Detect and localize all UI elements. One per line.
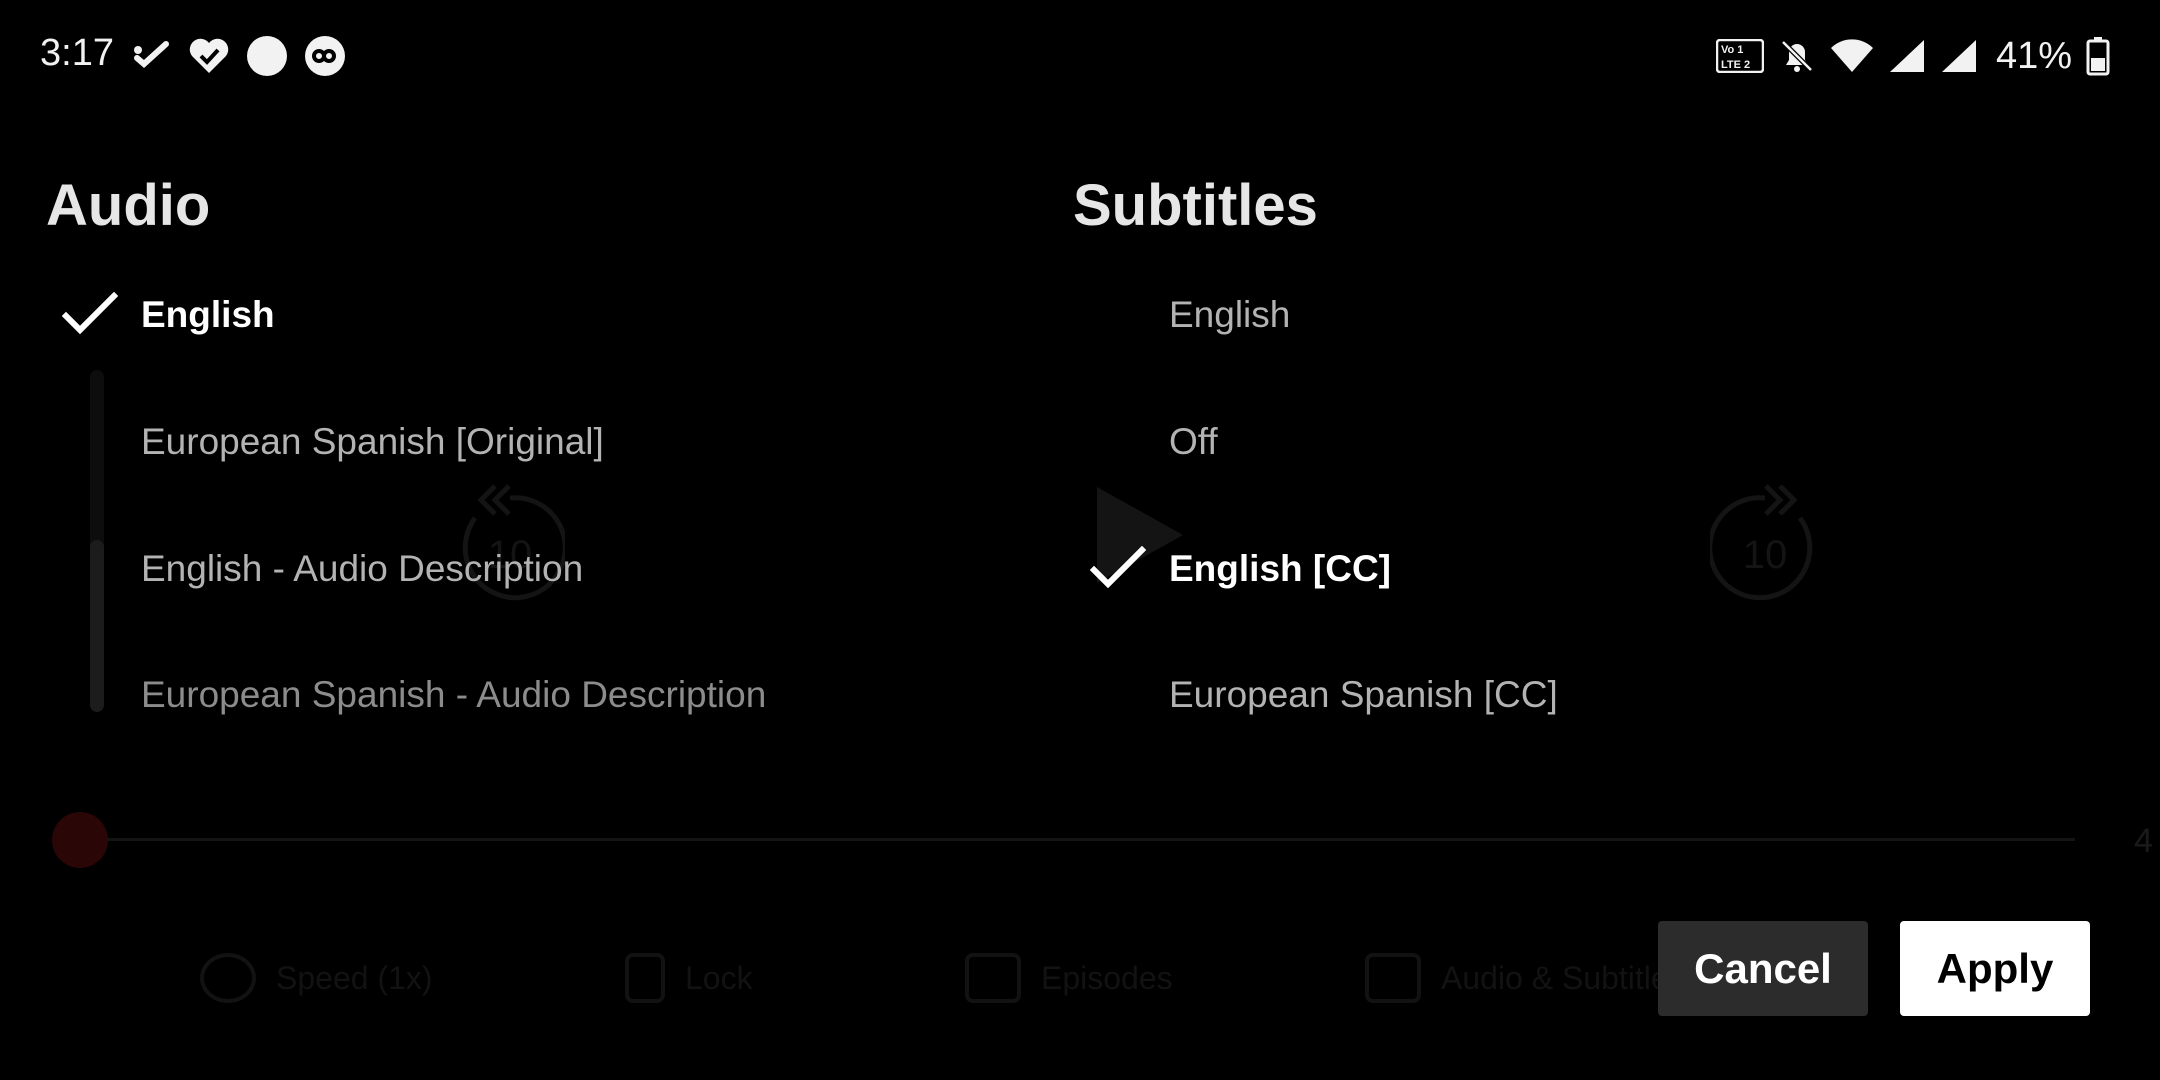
battery-percent: 41% — [1995, 34, 2072, 77]
audio-option-english-audio-description[interactable]: English - Audio Description — [0, 524, 1000, 614]
progress-knob — [52, 812, 108, 868]
subtitle-option-european-spanish-cc[interactable]: European Spanish [CC] — [1030, 650, 2030, 740]
subtitle-option-label: Off — [1169, 421, 1218, 462]
speedometer-icon — [200, 953, 256, 1003]
audio-option-european-spanish-original[interactable]: European Spanish [Original] — [0, 397, 1000, 487]
audio-subtitles-label: Audio & Subtitles — [1441, 959, 1685, 996]
subtitle-option-label: English — [1169, 294, 1291, 335]
status-bar: 3:17 Vo 1 LTE 2 41% — [0, 0, 2160, 110]
check-tick-icon — [132, 36, 172, 76]
checkmark-icon — [1089, 545, 1147, 599]
audio-option-label: English - Audio Description — [141, 548, 584, 589]
status-time: 3:17 — [40, 32, 114, 74]
battery-icon — [2086, 36, 2110, 76]
speed-control: Speed (1x) — [200, 950, 433, 1006]
system-icons: Vo 1 LTE 2 41% — [1715, 34, 2110, 78]
progress-track — [80, 838, 2075, 841]
audio-option-label: European Spanish - Audio Description — [141, 674, 767, 715]
circle-icon — [246, 35, 288, 77]
episodes-icon — [965, 953, 1021, 1003]
audio-subtitles-control: Audio & Subtitles — [1365, 950, 1685, 1006]
audio-option-english[interactable]: English — [0, 270, 1000, 360]
subtitle-option-label: European Spanish [CC] — [1169, 674, 1558, 715]
episodes-label: Episodes — [1041, 959, 1173, 996]
notification-icons — [132, 34, 346, 78]
audio-option-label: European Spanish [Original] — [141, 421, 604, 462]
lock-control: Lock — [625, 950, 753, 1006]
time-remaining: 4 — [2134, 822, 2153, 860]
svg-text:LTE 2: LTE 2 — [1721, 59, 1750, 71]
episodes-control: Episodes — [965, 950, 1173, 1006]
audio-option-label: English — [141, 294, 275, 335]
checkmark-icon — [61, 291, 119, 345]
subtitles-title: Subtitles — [1073, 173, 1318, 238]
signal-icon — [1888, 38, 1926, 74]
audio-subtitles-screen: 10 10 4 Speed (1x) Lock Episodes Audio &… — [0, 0, 2160, 1080]
link-circle-icon — [304, 35, 346, 77]
lock-label: Lock — [685, 959, 753, 996]
signal-icon — [1940, 38, 1978, 74]
volte-icon: Vo 1 LTE 2 — [1715, 39, 1764, 73]
audio-option-european-spanish-audio-description[interactable]: European Spanish - Audio Description — [0, 650, 1000, 740]
speed-label: Speed (1x) — [276, 959, 433, 996]
subtitles-icon — [1365, 953, 1421, 1003]
svg-text:Vo 1: Vo 1 — [1721, 44, 1743, 56]
subtitle-option-label: English [CC] — [1169, 548, 1391, 589]
apply-button[interactable]: Apply — [1900, 921, 2090, 1016]
bell-off-icon — [1778, 37, 1816, 75]
subtitle-option-english[interactable]: English — [1030, 270, 2030, 360]
audio-title: Audio — [46, 173, 211, 238]
lock-icon — [625, 953, 665, 1003]
subtitle-option-off[interactable]: Off — [1030, 397, 2030, 487]
wifi-icon — [1830, 38, 1874, 74]
cancel-button[interactable]: Cancel — [1658, 921, 1868, 1016]
heart-check-icon — [188, 36, 230, 76]
subtitle-option-english-cc[interactable]: English [CC] — [1030, 524, 2030, 614]
